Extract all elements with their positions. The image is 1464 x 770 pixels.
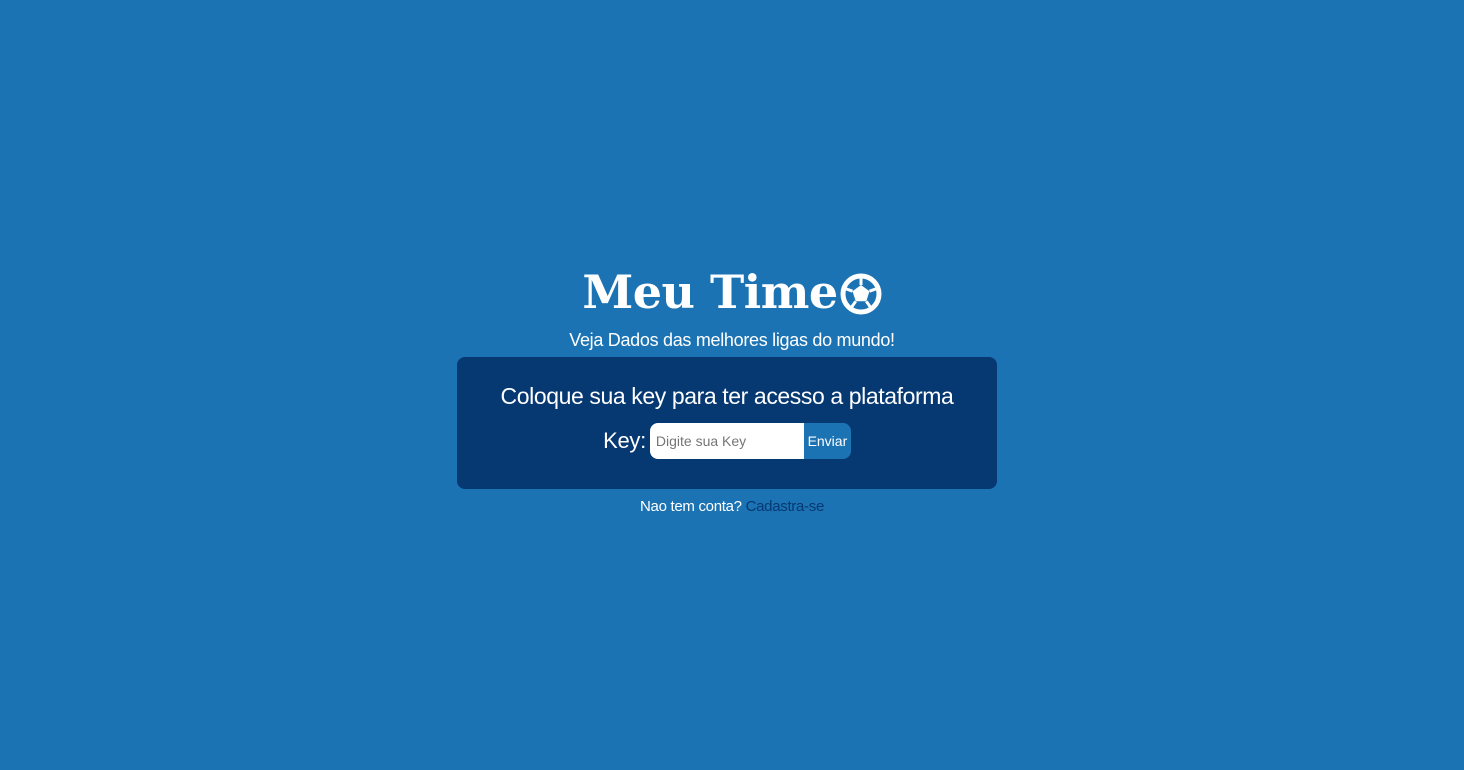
card-heading: Coloque sua key para ter acesso a plataf… [500,383,954,409]
soccer-ball-icon [840,273,882,315]
login-page: Meu Time Veja Dados das melhores ligas d… [0,0,1464,770]
logo: Meu Time [0,262,1464,322]
signup-row: Nao tem conta? Cadastra-se [0,496,1464,518]
key-login-card: Coloque sua key para ter acesso a plataf… [457,357,997,489]
key-form: Key: Enviar [457,423,997,459]
send-button[interactable]: Enviar [803,423,851,459]
page-subtitle: Veja Dados das melhores ligas do mundo! [569,330,895,350]
key-input[interactable] [649,423,804,459]
app-title: Meu Time [582,265,838,319]
signup-link[interactable]: Cadastra-se [746,498,825,515]
signup-prompt: Nao tem conta? [640,498,742,515]
key-label: Key: [603,428,646,453]
